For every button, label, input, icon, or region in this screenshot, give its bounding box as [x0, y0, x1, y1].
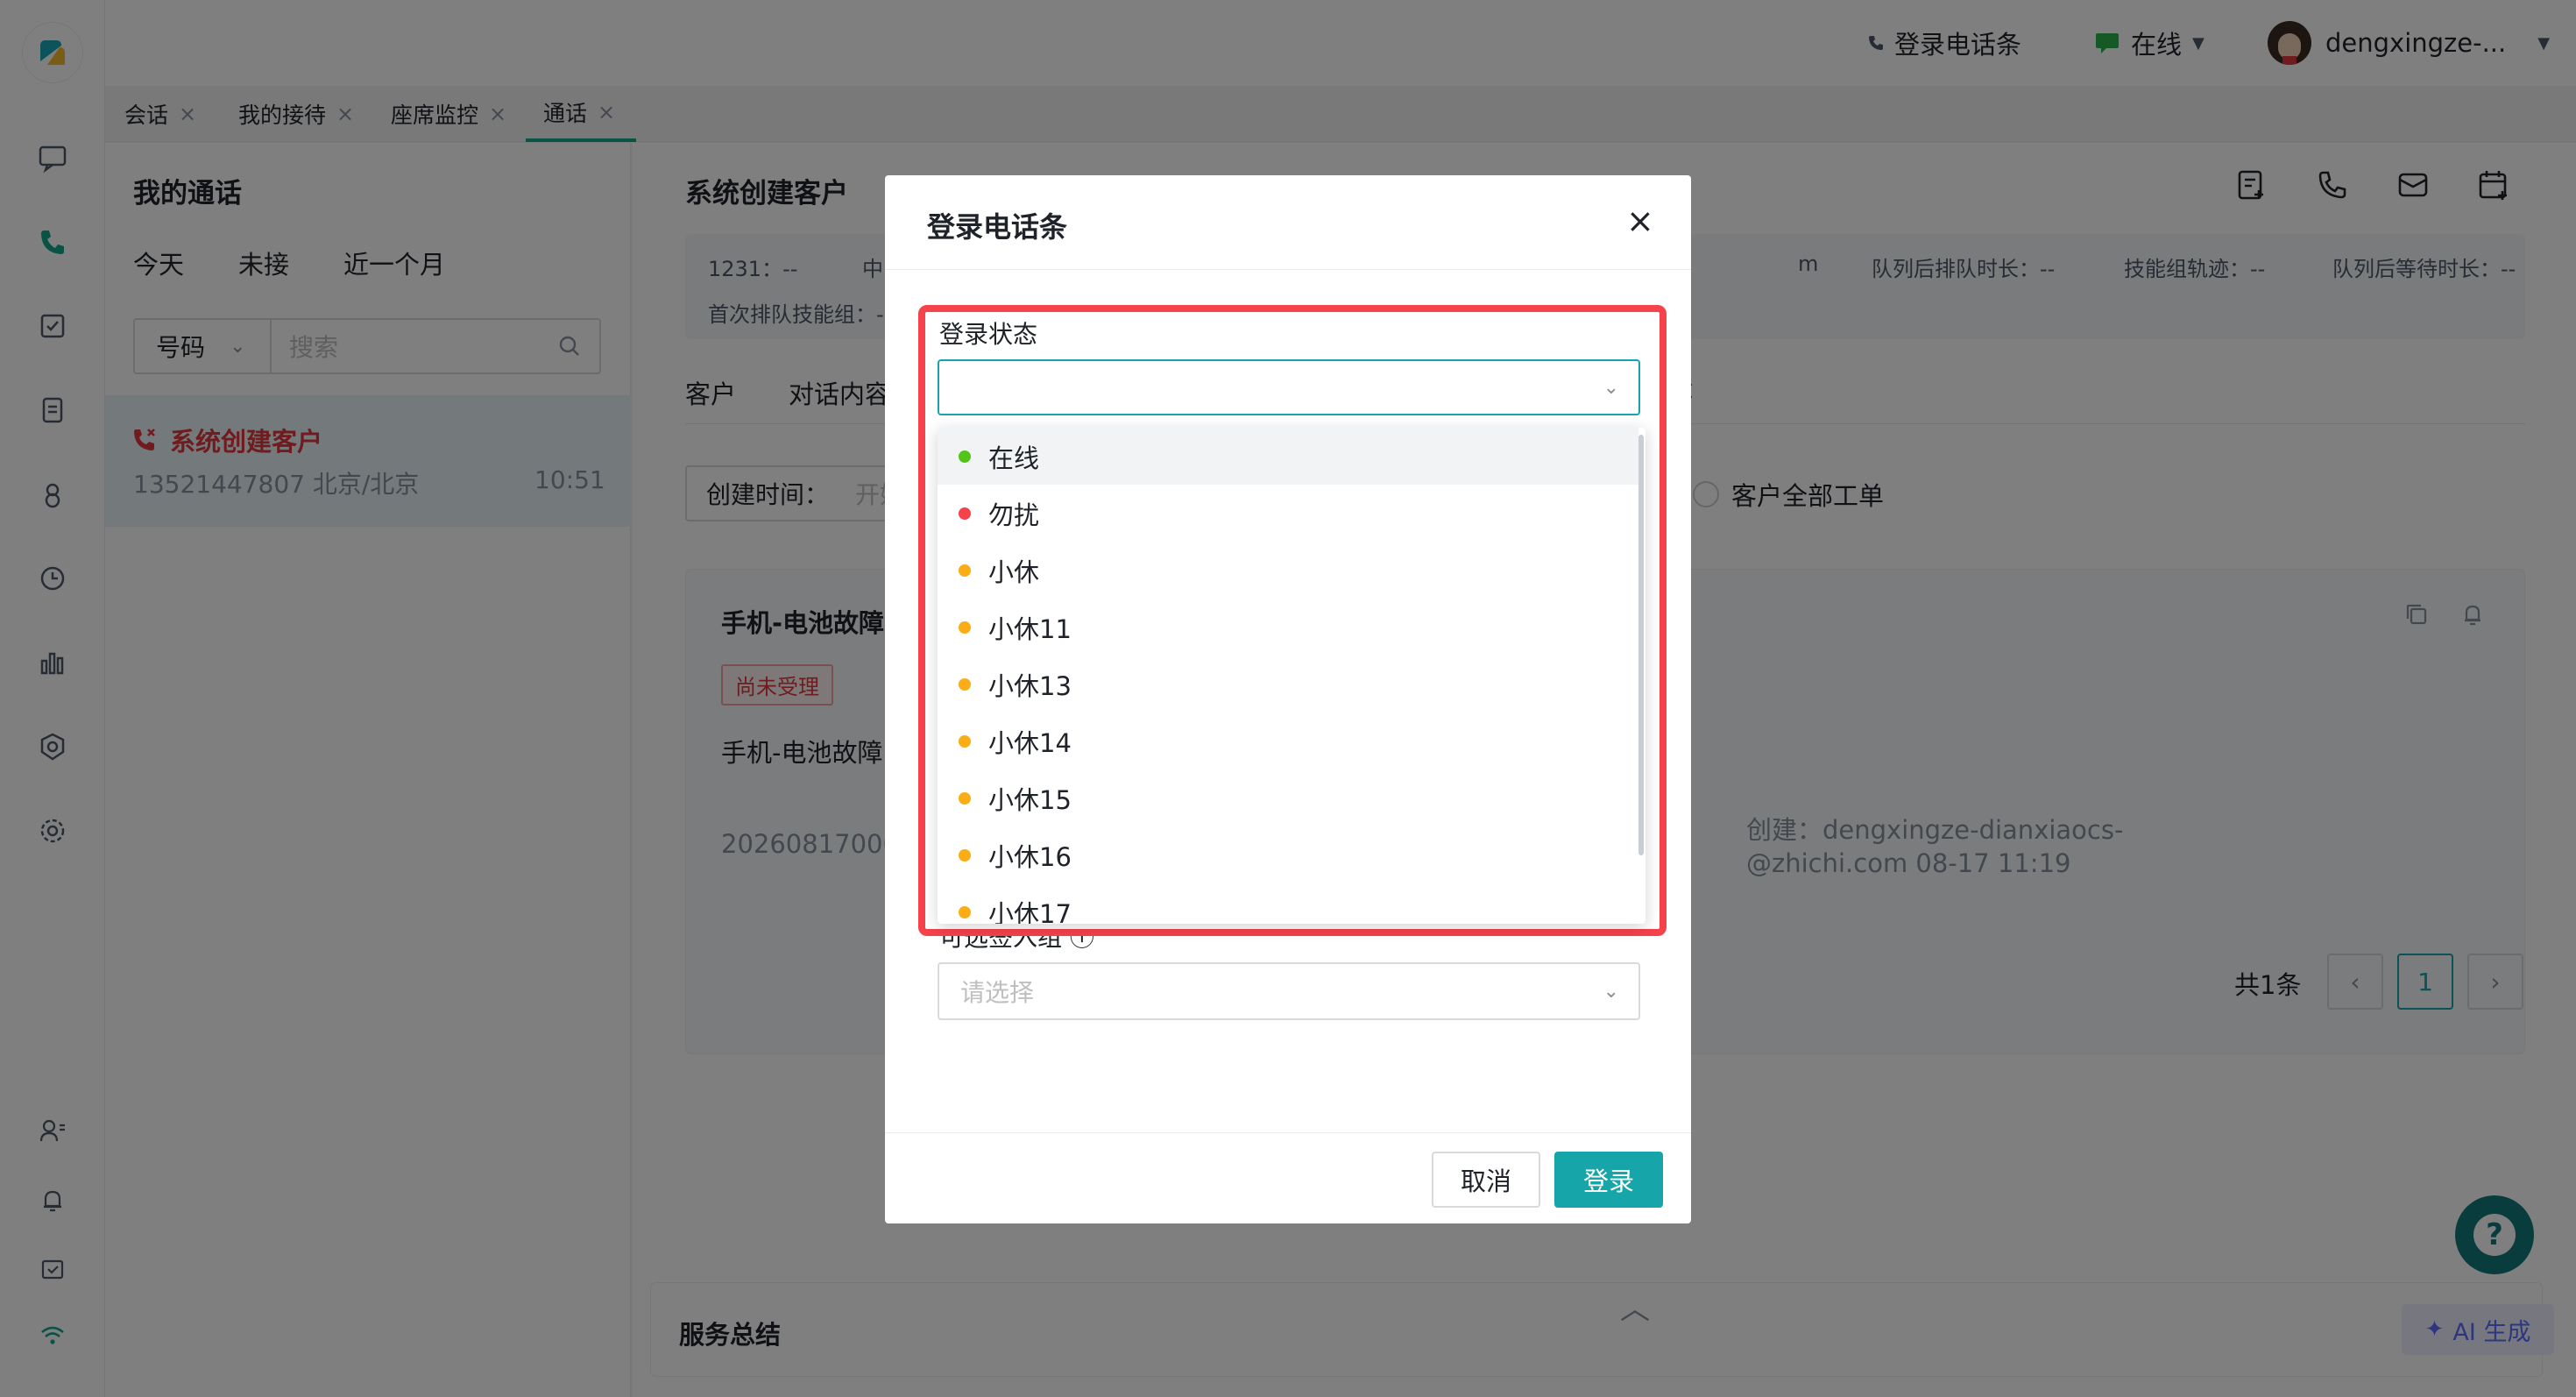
status-dot: [959, 564, 971, 577]
status-option-break-11[interactable]: 小休11: [938, 599, 1638, 656]
chevron-down-icon: ⌄: [1603, 376, 1619, 399]
status-option-break-13[interactable]: 小休13: [938, 656, 1638, 713]
status-dot: [959, 848, 971, 862]
dialog-header: 登录电话条 ×: [885, 175, 1691, 270]
dialog-title: 登录电话条: [927, 210, 1068, 244]
status-dot: [959, 791, 971, 805]
status-option-break-14[interactable]: 小休14: [938, 713, 1638, 769]
login-status-select[interactable]: ⌄: [938, 359, 1640, 415]
close-icon[interactable]: ×: [1626, 202, 1654, 240]
status-option-online[interactable]: 在线: [938, 428, 1638, 485]
status-dot: [959, 905, 971, 918]
status-dot: [959, 677, 971, 691]
login-status-dropdown: 在线 勿扰 小休 小休11 小休13 小休14 小休15 小休16 小休17: [938, 428, 1645, 924]
checkin-group-select[interactable]: 请选择 ⌄: [938, 962, 1640, 1020]
status-option-break-16[interactable]: 小休16: [938, 826, 1638, 883]
status-dot: [959, 620, 971, 634]
status-dot: [959, 507, 971, 520]
status-option-break-15[interactable]: 小休15: [938, 769, 1638, 826]
status-option-break-17[interactable]: 小休17: [938, 883, 1638, 924]
dialog-footer-divider: [885, 1132, 1691, 1133]
cancel-button[interactable]: 取消: [1432, 1152, 1540, 1208]
status-option-dnd[interactable]: 勿扰: [938, 485, 1638, 542]
dropdown-scrollbar[interactable]: [1638, 435, 1644, 855]
status-option-break[interactable]: 小休: [938, 542, 1638, 599]
login-status-label: 登录状态: [939, 320, 1038, 349]
chevron-down-icon: ⌄: [1603, 980, 1619, 1003]
login-button[interactable]: 登录: [1554, 1152, 1663, 1208]
status-dot: [959, 734, 971, 748]
status-dot: [959, 450, 971, 463]
login-phone-bar-dialog: 登录电话条 × 可选签入组 ⓘ 请选择 ⌄ 登录状态 ⌄ 在线 勿扰 小休 小休…: [885, 175, 1691, 1223]
